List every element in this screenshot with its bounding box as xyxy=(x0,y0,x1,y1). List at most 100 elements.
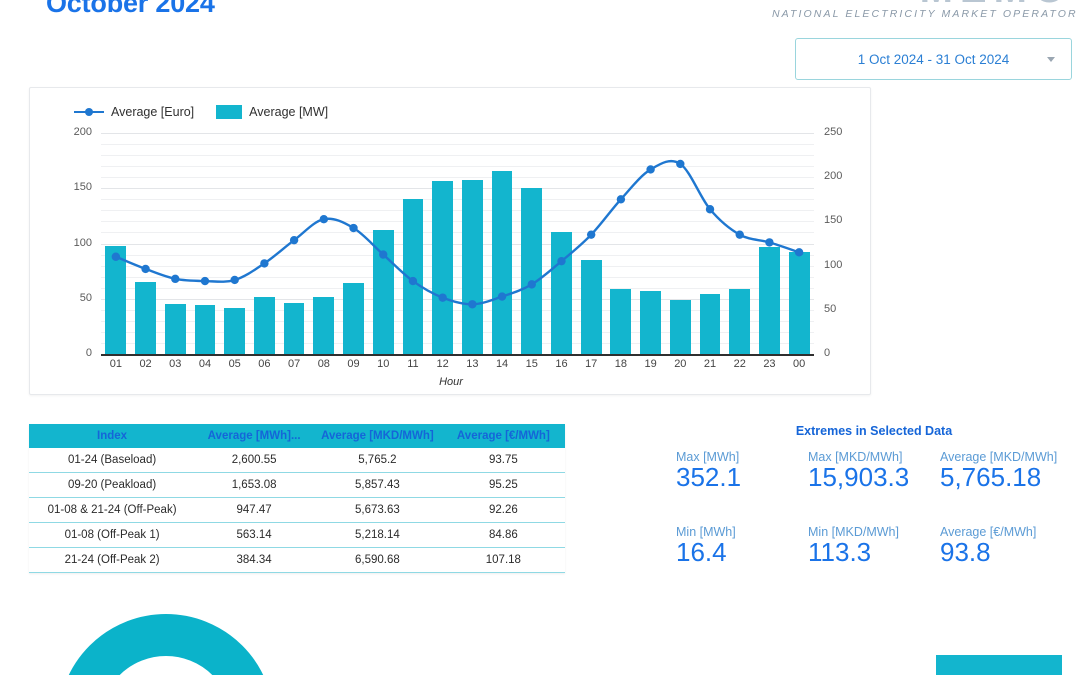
chart-bar[interactable] xyxy=(788,252,810,354)
x-axis-tick: 20 xyxy=(674,358,687,370)
table-column-header[interactable]: Average [MWh]... xyxy=(195,424,314,448)
gridline xyxy=(101,276,814,278)
chart-bar[interactable] xyxy=(224,308,246,354)
chart-bar[interactable] xyxy=(610,288,632,354)
chart-bar[interactable] xyxy=(669,300,691,354)
chart-plot-area[interactable]: 0 50 100 150 200 0 50 100 150 200 250 01 02 03 04 05 06 0… xyxy=(30,88,872,396)
table-column-header[interactable]: Average [MKD/MWh] xyxy=(313,424,442,448)
x-axis-tick: 04 xyxy=(198,358,212,370)
chart-bar[interactable] xyxy=(283,302,305,354)
x-axis-tick: 14 xyxy=(495,358,509,370)
kpi-cell: Max [MWh] 352.1 xyxy=(676,450,808,491)
y-axis-left-tick: 0 xyxy=(85,347,92,359)
table-cell: 95.25 xyxy=(441,472,565,498)
x-axis-tick: 18 xyxy=(614,358,628,370)
y-axis-left-tick: 100 xyxy=(73,236,92,249)
y-axis-right-tick: 250 xyxy=(824,126,843,138)
y-axis-left-tick: 50 xyxy=(79,291,92,304)
gridline xyxy=(101,177,814,179)
x-axis-tick: 23 xyxy=(763,358,776,370)
chart-bar[interactable] xyxy=(491,171,513,354)
table-header-row: Index Average [MWh]... Average [MKD/MWh] Av… xyxy=(29,424,565,448)
chart-bar[interactable] xyxy=(343,283,364,354)
index-summary-table: Index Average [MWh]... Average [MKD/MWh] Av… xyxy=(29,424,565,573)
x-axis-tick: 02 xyxy=(139,358,152,370)
table-cell: 563.14 xyxy=(195,522,314,548)
x-axis-tick: 07 xyxy=(287,358,301,370)
table-cell: 5,673.63 xyxy=(313,497,442,523)
y-axis-left-tick: 150 xyxy=(73,181,92,194)
x-axis-tick: 06 xyxy=(258,358,271,370)
kpi-cell: Min [MWh] 16.4 xyxy=(676,521,808,566)
table-cell: 5,765.2 xyxy=(313,448,442,473)
kpi-value: 93.8 xyxy=(940,537,991,568)
chart-bar[interactable] xyxy=(164,304,186,354)
gridline xyxy=(101,265,814,267)
x-axis-tick: 16 xyxy=(555,358,568,370)
kpi-cell: Max [MKD/MWh] 15,903.3 xyxy=(808,450,940,491)
table-cell: 2,600.55 xyxy=(195,448,314,473)
table-column-header[interactable]: Average [€/MWh] xyxy=(441,424,565,448)
extremes-title: Extremes in Selected Data xyxy=(795,424,953,438)
chevron-down-icon xyxy=(1047,56,1055,62)
extremes-panel: Extremes in Selected Data Max [MWh] 352.1… xyxy=(676,424,1072,567)
x-axis-tick: 01 xyxy=(109,358,122,370)
chart-bar[interactable] xyxy=(135,282,156,354)
x-axis-tick: 17 xyxy=(585,358,598,370)
x-axis-tick: 12 xyxy=(436,358,449,370)
chart-bar[interactable] xyxy=(105,246,127,354)
dashboard-page: October 2024 MEMO NATIONAL ELECTRICITY M… xyxy=(0,0,1080,675)
extremes-kpi-grid: Max [MWh] 352.1 Max [MKD/MWh] 15,903.3 Avera… xyxy=(676,450,1072,567)
x-axis-tick: 11 xyxy=(407,358,419,370)
chart-bar[interactable] xyxy=(640,291,661,354)
chart-bar[interactable] xyxy=(372,230,394,354)
y-axis-right-tick: 200 xyxy=(824,170,843,183)
chart-bar[interactable] xyxy=(729,288,751,354)
date-range-selector[interactable]: 1 Oct 2024 - 31 Oct 2024 xyxy=(795,38,1072,80)
chart-bar[interactable] xyxy=(194,305,216,354)
x-axis-baseline xyxy=(101,354,814,356)
chart-bar[interactable] xyxy=(521,187,543,354)
brand-subtitle: NATIONAL ELECTRICITY MARKET OPERATOR xyxy=(772,8,1078,20)
table-cell: 107.18 xyxy=(441,547,565,573)
chart-bar[interactable] xyxy=(759,247,780,354)
y-axis-right-tick: 150 xyxy=(824,214,843,227)
gridline xyxy=(101,144,814,146)
chart-bar[interactable] xyxy=(551,232,572,354)
x-axis-tick: 05 xyxy=(228,358,241,370)
chart-bar[interactable] xyxy=(580,260,602,354)
kpi-value: 16.4 xyxy=(676,537,727,568)
x-axis-tick: 13 xyxy=(466,358,479,370)
x-axis-tick: 08 xyxy=(317,358,330,370)
table-cell: 92.26 xyxy=(441,497,565,523)
gridline xyxy=(101,188,814,190)
y-axis-right-tick: 100 xyxy=(824,258,843,271)
table-cell: 1,653.08 xyxy=(195,472,314,498)
table-row[interactable]: 01-08 (Off-Peak 1) 563.14 5,218.14 84.86 xyxy=(29,522,565,548)
kpi-value: 352.1 xyxy=(676,462,742,492)
date-range-value: 1 Oct 2024 - 31 Oct 2024 xyxy=(857,51,1010,67)
chart-card: Average [Euro] Average [MW] 0 50 100 150 200… xyxy=(29,87,871,395)
chart-bar[interactable] xyxy=(432,180,454,354)
table-row[interactable]: 09-20 (Peakload) 1,653.08 5,857.43 95.25 xyxy=(29,472,565,498)
x-axis-title: Hour xyxy=(439,376,463,388)
table-cell: 5,218.14 xyxy=(313,522,442,548)
y-axis-right-tick: 50 xyxy=(824,302,837,315)
table-cell: 93.75 xyxy=(441,448,565,473)
table-cell: 84.86 xyxy=(441,522,565,548)
x-axis-tick: 19 xyxy=(644,358,657,370)
chart-bar[interactable] xyxy=(699,293,721,354)
table-row[interactable]: 01-08 & 21-24 (Off-Peak) 947.47 5,673.63 92… xyxy=(29,497,565,523)
chart-bar[interactable] xyxy=(402,199,424,354)
gridline xyxy=(101,254,814,256)
table-column-header[interactable]: Index xyxy=(29,424,196,448)
kpi-value: 15,903.3 xyxy=(808,462,910,492)
chart-bar[interactable] xyxy=(313,297,335,354)
table-cell: 21-24 (Off-Peak 2) xyxy=(29,547,196,573)
table-cell: 5,857.43 xyxy=(313,472,442,498)
chart-bar[interactable] xyxy=(461,179,483,354)
chart-bar[interactable] xyxy=(253,296,275,354)
table-row[interactable]: 21-24 (Off-Peak 2) 384.34 6,590.68 107.18 xyxy=(29,547,565,573)
donut-chart-partial xyxy=(58,614,274,675)
table-row[interactable]: 01-24 (Baseload) 2,600.55 5,765.2 93.75 xyxy=(29,448,565,473)
